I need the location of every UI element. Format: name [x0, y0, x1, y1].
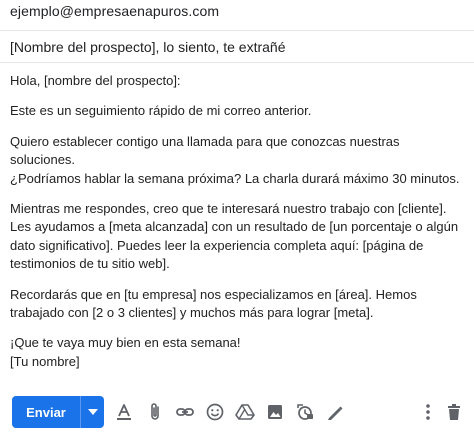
to-row[interactable]: ejemplo@empresaenapuros.com	[0, 0, 474, 31]
send-button-group: Enviar	[12, 396, 104, 428]
body-paragraph: Recordarás que en [tu empresa] nos espec…	[10, 286, 421, 321]
trash-icon	[448, 404, 460, 420]
compose-window: ejemplo@empresaenapuros.com [Nombre del …	[0, 0, 474, 438]
text-format-button[interactable]	[112, 400, 136, 424]
insert-signature-button[interactable]	[323, 400, 347, 424]
body-paragraph: Mientras me respondes, creo que te inter…	[10, 201, 462, 272]
emoji-button[interactable]	[203, 400, 227, 424]
more-options-icon	[426, 404, 430, 420]
insert-photo-button[interactable]	[263, 400, 287, 424]
discard-draft-button[interactable]	[442, 400, 466, 424]
drive-button[interactable]	[233, 400, 257, 424]
subject-row[interactable]: [Nombre del prospecto], lo siento, te ex…	[0, 31, 474, 63]
attach-button[interactable]	[143, 400, 167, 424]
photo-icon	[268, 405, 282, 419]
emoji-icon	[206, 403, 224, 421]
attach-icon	[151, 403, 159, 420]
confidential-icon	[297, 404, 313, 420]
signature-icon	[328, 406, 343, 420]
text-format-icon	[117, 404, 131, 420]
body-signoff: ¡Que te vaya muy bien en esta semana! [T…	[10, 335, 241, 369]
schedule-send-button[interactable]	[81, 396, 104, 428]
send-button[interactable]: Enviar	[12, 396, 80, 428]
link-icon	[176, 408, 194, 416]
subject-field[interactable]: [Nombre del prospecto], lo siento, te ex…	[10, 39, 285, 55]
confidential-mode-button[interactable]	[293, 400, 317, 424]
insert-link-button[interactable]	[173, 400, 197, 424]
chevron-down-icon	[87, 409, 98, 415]
body-paragraph: Este es un seguimiento rápido de mi corr…	[10, 103, 312, 119]
body-paragraph: Quiero establecer contigo una llamada pa…	[10, 133, 460, 186]
message-body[interactable]: Hola, [nombre del prospecto]: Este es un…	[10, 72, 465, 371]
recipient-address[interactable]: ejemplo@empresaenapuros.com	[10, 3, 219, 19]
more-options-button[interactable]	[416, 400, 440, 424]
drive-icon	[235, 404, 255, 420]
body-greeting: Hola, [nombre del prospecto]:	[10, 73, 181, 88]
compose-toolbar: Enviar	[0, 396, 474, 428]
